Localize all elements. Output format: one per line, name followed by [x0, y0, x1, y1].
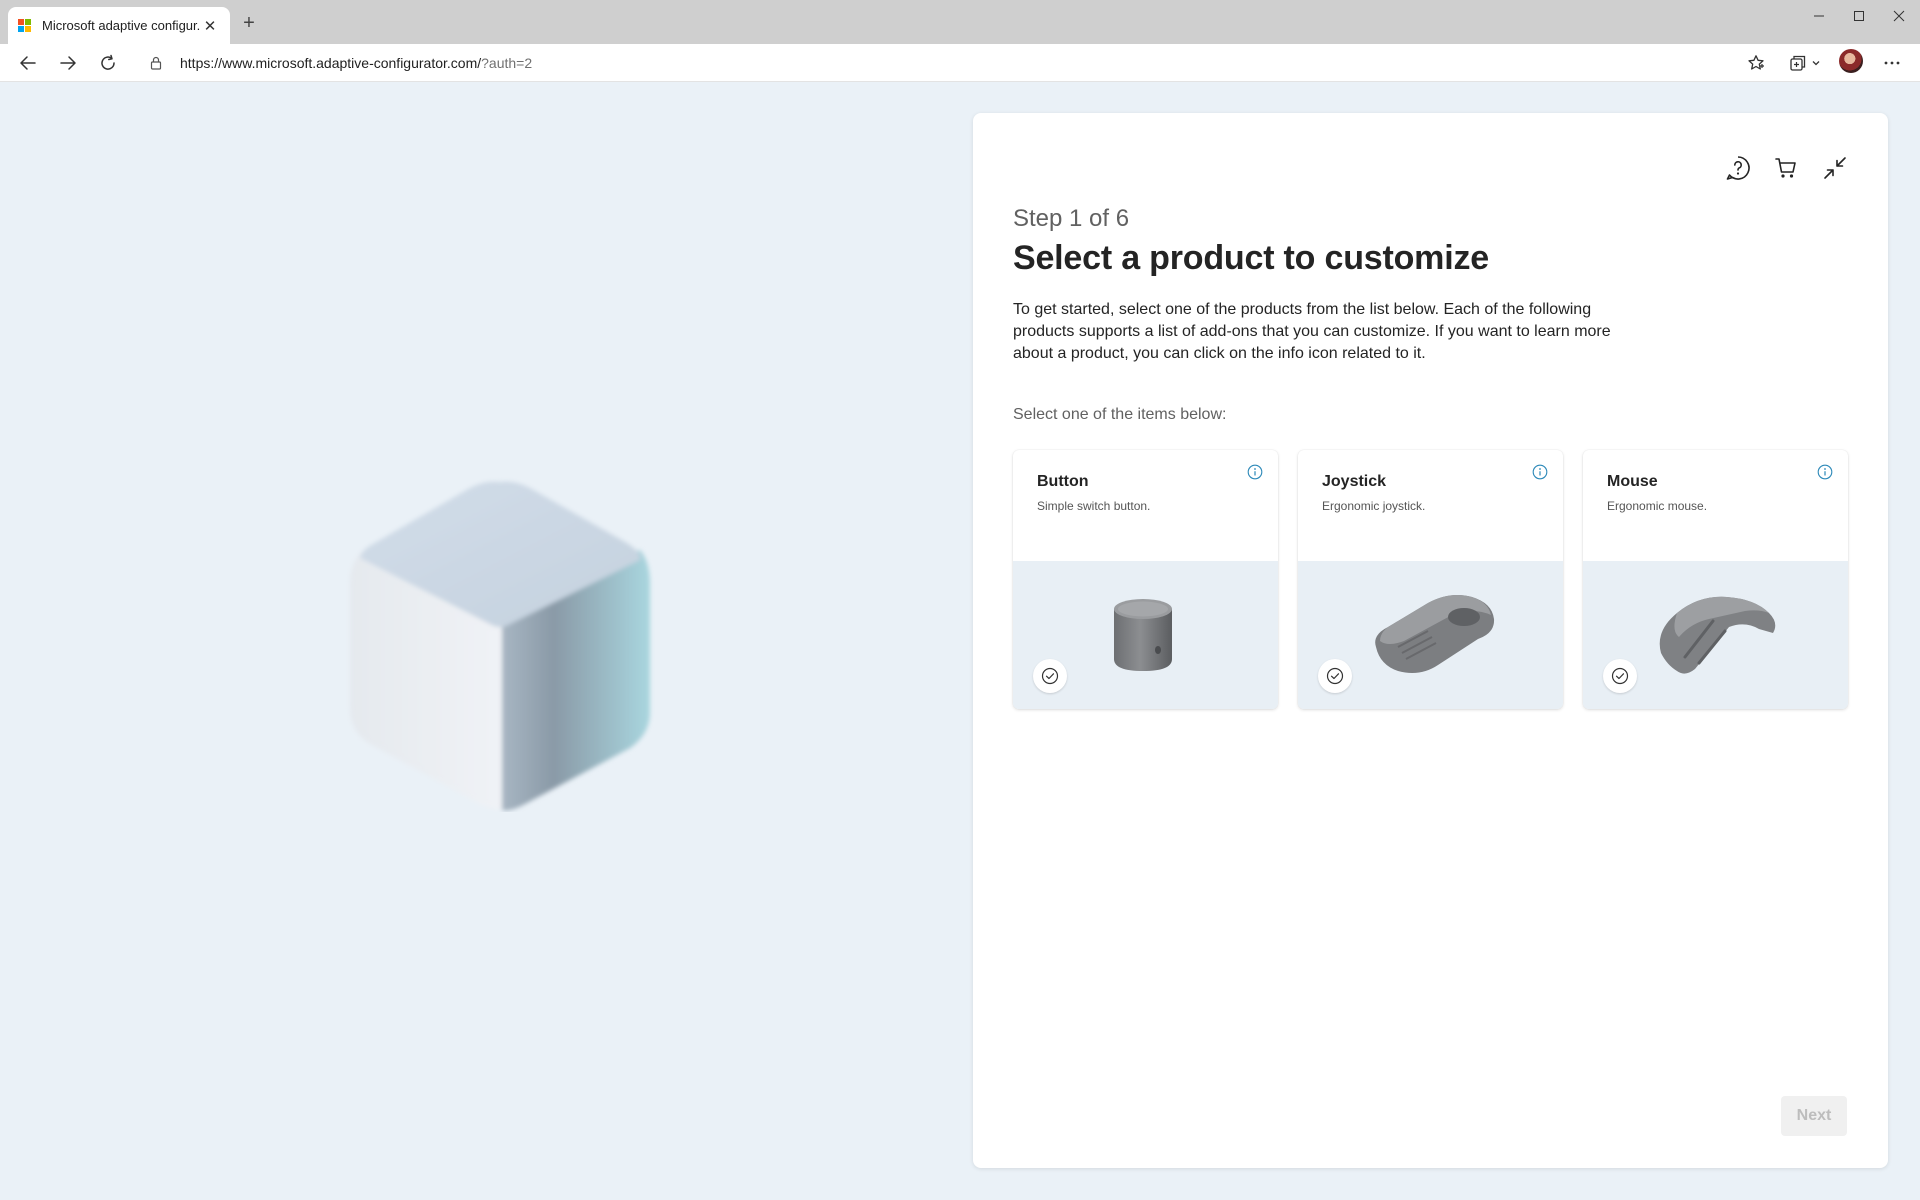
info-icon[interactable] [1532, 464, 1548, 480]
url-main: https://www.microsoft.adaptive-configura… [180, 55, 482, 71]
back-icon[interactable] [14, 49, 42, 77]
url-text: https://www.microsoft.adaptive-configura… [180, 55, 532, 71]
product-subtitle: Ergonomic joystick. [1322, 499, 1426, 513]
step-indicator: Step 1 of 6 [1013, 205, 1130, 232]
page-title: Select a product to customize [1013, 239, 1489, 277]
url-query: ?auth=2 [481, 55, 533, 71]
select-check-button[interactable] [1318, 659, 1352, 693]
window-close-icon[interactable] [1876, 0, 1920, 32]
forward-icon[interactable] [54, 49, 82, 77]
checkmark-circle-icon [1611, 667, 1629, 685]
page-description: To get started, select one of the produc… [1013, 301, 1611, 362]
configurator-panel: Step 1 of 6 Select a product to customiz… [973, 113, 1888, 1168]
browser-tab[interactable]: Microsoft adaptive configur... ✕ [8, 7, 230, 44]
card-header: Button Simple switch button. [1013, 450, 1278, 561]
product-image-area [1013, 561, 1278, 709]
product-image-area [1583, 561, 1848, 709]
next-button[interactable]: Next [1781, 1096, 1847, 1136]
card-header: Mouse Ergonomic mouse. [1583, 450, 1848, 561]
info-icon[interactable] [1247, 464, 1263, 480]
card-header: Joystick Ergonomic joystick. [1298, 450, 1563, 561]
button-product-image [1114, 599, 1172, 671]
microsoft-logo-icon [18, 18, 32, 33]
chevron-down-icon[interactable] [1808, 49, 1824, 77]
collapse-icon[interactable] [1820, 153, 1850, 183]
cart-icon[interactable] [1771, 153, 1801, 183]
cube-3d-preview [350, 481, 650, 811]
new-tab-icon[interactable]: + [238, 12, 260, 34]
product-name: Mouse [1607, 473, 1658, 490]
select-check-button[interactable] [1033, 659, 1067, 693]
select-instruction: Select one of the items below: [1013, 406, 1227, 423]
product-name: Button [1037, 473, 1089, 490]
product-preview-area [0, 82, 973, 1200]
product-subtitle: Ergonomic mouse. [1607, 499, 1708, 513]
checkmark-circle-icon [1041, 667, 1059, 685]
more-icon[interactable] [1878, 49, 1906, 77]
tab-title: Microsoft adaptive configur... [42, 18, 200, 33]
help-icon[interactable] [1723, 153, 1753, 183]
joystick-product-image [1375, 595, 1495, 673]
product-card-button[interactable]: Button Simple switch button. [1013, 450, 1278, 709]
mouse-product-image [1659, 596, 1776, 674]
product-card-mouse[interactable]: Mouse Ergonomic mouse. [1583, 450, 1848, 709]
info-icon[interactable] [1817, 464, 1833, 480]
product-name: Joystick [1322, 473, 1387, 490]
favorite-icon[interactable] [1742, 49, 1770, 77]
browser-titlebar: Microsoft adaptive configur... ✕ + [0, 0, 1920, 44]
close-icon[interactable]: ✕ [200, 16, 220, 36]
product-card-joystick[interactable]: Joystick Ergonomic joystick. [1298, 450, 1563, 709]
address-bar[interactable]: https://www.microsoft.adaptive-configura… [136, 48, 1766, 78]
browser-toolbar: https://www.microsoft.adaptive-configura… [0, 44, 1920, 82]
refresh-icon[interactable] [94, 49, 122, 77]
product-subtitle: Simple switch button. [1037, 499, 1151, 513]
product-image-area [1298, 561, 1563, 709]
profile-avatar[interactable] [1839, 49, 1863, 73]
lock-icon[interactable] [148, 55, 164, 71]
checkmark-circle-icon [1326, 667, 1344, 685]
select-check-button[interactable] [1603, 659, 1637, 693]
